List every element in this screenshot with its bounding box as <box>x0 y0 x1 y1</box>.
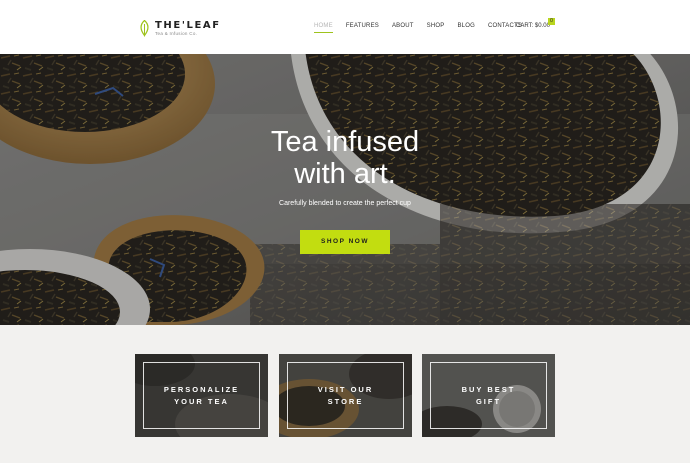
nav-item-shop[interactable]: SHOP <box>427 22 445 30</box>
cart-link[interactable]: CART: $0.00 <box>516 22 550 30</box>
logo-subtitle: Tea & Infusion Co. <box>155 30 198 36</box>
hero-banner: Tea infused with art. Carefully blended … <box>0 54 690 325</box>
hero-title: Tea infused with art. <box>0 126 690 190</box>
nav-item-home[interactable]: HOME <box>314 22 333 33</box>
cart-count-badge: 0 <box>548 18 555 25</box>
site-header: THE'LEAF Tea & Infusion Co. HOME FEATURE… <box>0 0 690 54</box>
hero-subtitle: Carefully blended to create the perfect … <box>279 200 411 207</box>
card-label: PERSONALIZE YOUR TEA <box>163 385 240 406</box>
logo[interactable]: THE'LEAF Tea & Infusion Co. <box>139 18 221 38</box>
nav-item-features[interactable]: FEATURES <box>346 22 379 30</box>
card-buy-gift[interactable]: BUY BEST GIFT <box>422 354 555 437</box>
leaf-icon <box>140 19 149 36</box>
main-nav: HOME FEATURES ABOUT SHOP BLOG CONTACTS <box>314 22 535 33</box>
logo-title: THE'LEAF <box>155 19 221 31</box>
card-personalize-tea[interactable]: PERSONALIZE YOUR TEA <box>135 354 268 437</box>
card-visit-store[interactable]: VISIT OUR STORE <box>279 354 412 437</box>
nav-item-about[interactable]: ABOUT <box>392 22 414 30</box>
shop-now-button[interactable]: SHOP NOW <box>300 230 390 254</box>
nav-item-blog[interactable]: BLOG <box>457 22 474 30</box>
card-label: BUY BEST GIFT <box>461 385 516 406</box>
hero-title-line2: with art. <box>294 158 396 190</box>
card-label: VISIT OUR STORE <box>317 385 374 406</box>
hero-title-line1: Tea infused <box>270 126 420 158</box>
